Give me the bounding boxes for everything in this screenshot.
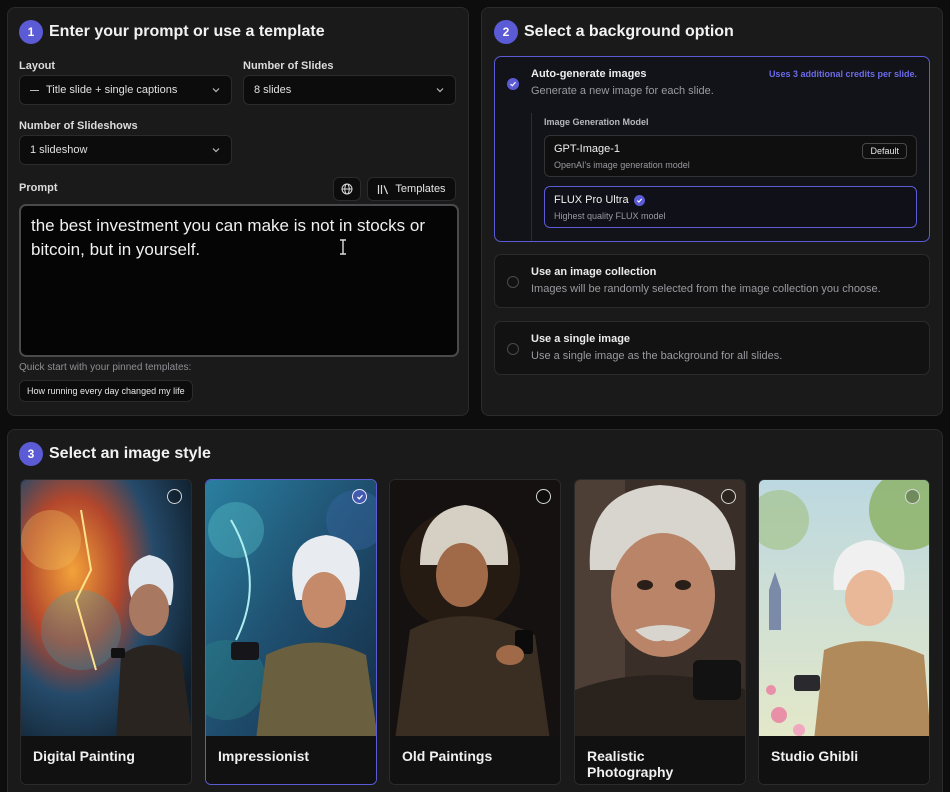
impressionist-image	[206, 480, 376, 740]
default-badge: Default	[862, 143, 907, 159]
model-flux-pro-ultra[interactable]: FLUX Pro Ultra Highest quality FLUX mode…	[544, 186, 917, 228]
option-image-collection[interactable]: Use an image collection Images will be r…	[494, 254, 930, 308]
step-number-badge: 3	[19, 442, 43, 466]
dash-icon	[30, 89, 39, 91]
option-single-image[interactable]: Use a single image Use a single image as…	[494, 321, 930, 375]
style-card-old-paintings[interactable]: Old Paintings	[389, 479, 561, 785]
pinned-template-chip[interactable]: How running every day changed my life	[19, 380, 193, 402]
style-label: Impressionist	[206, 736, 376, 784]
studio-ghibli-image	[759, 480, 929, 740]
quick-start-hint: Quick start with your pinned templates:	[19, 362, 192, 373]
style-card-impressionist[interactable]: Impressionist	[205, 479, 377, 785]
model-description: Highest quality FLUX model	[554, 211, 666, 221]
section-title: Select a background option	[524, 23, 734, 40]
step-2-header: 2 Select a background option	[494, 20, 734, 44]
option-title: Use a single image	[531, 333, 631, 345]
option-title: Use an image collection	[531, 266, 657, 278]
chevron-down-icon	[436, 88, 444, 93]
realistic-photography-image	[575, 480, 745, 740]
style-radio-unselected[interactable]	[721, 489, 736, 504]
slideshows-select[interactable]: 1 slideshow	[19, 135, 232, 165]
prompt-panel: 1 Enter your prompt or use a template La…	[7, 7, 469, 416]
language-button[interactable]	[333, 177, 361, 201]
layout-label: Layout	[19, 60, 56, 72]
radio-unselected[interactable]	[507, 276, 519, 288]
style-label: Old Paintings	[390, 736, 560, 784]
slides-label: Number of Slides	[243, 60, 334, 72]
section-title: Select an image style	[49, 445, 211, 462]
prompt-textarea[interactable]: the best investment you can make is not …	[19, 204, 459, 357]
section-title: Enter your prompt or use a template	[49, 23, 325, 40]
image-style-panel: 3 Select an image style Digital Painting	[7, 429, 943, 792]
style-radio-selected[interactable]	[352, 489, 367, 504]
digital-painting-image	[21, 480, 191, 740]
templates-button[interactable]: Templates	[367, 177, 456, 201]
style-card-realistic-photography[interactable]: Realistic Photography	[574, 479, 746, 785]
step-3-header: 3 Select an image style	[19, 442, 211, 466]
model-name: FLUX Pro Ultra	[554, 194, 645, 206]
library-icon	[378, 184, 389, 194]
slides-value: 8 slides	[254, 84, 292, 96]
radio-selected[interactable]	[507, 78, 519, 90]
model-name: GPT-Image-1	[554, 143, 621, 155]
model-gpt-image-1[interactable]: GPT-Image-1 OpenAI's image generation mo…	[544, 135, 917, 177]
style-label: Studio Ghibli	[759, 736, 929, 784]
model-selector: Image Generation Model GPT-Image-1 OpenA…	[531, 113, 921, 241]
radio-unselected[interactable]	[507, 343, 519, 355]
option-title: Auto-generate images	[531, 68, 647, 80]
check-icon	[510, 81, 516, 87]
credits-note: Uses 3 additional credits per slide.	[768, 69, 917, 79]
prompt-text: the best investment you can make is not …	[31, 216, 426, 259]
slides-select[interactable]: 8 slides	[243, 75, 456, 105]
style-card-digital-painting[interactable]: Digital Painting	[20, 479, 192, 785]
style-label: Realistic Photography	[575, 736, 745, 784]
layout-value: Title slide + single captions	[46, 84, 178, 96]
option-description: Generate a new image for each slide.	[531, 85, 714, 97]
templates-label: Templates	[395, 183, 446, 195]
text-cursor-icon	[340, 239, 346, 255]
style-card-studio-ghibli[interactable]: Studio Ghibli	[758, 479, 930, 785]
model-description: OpenAI's image generation model	[554, 160, 690, 170]
chevron-down-icon	[212, 88, 220, 93]
globe-icon	[341, 183, 353, 195]
step-1-header: 1 Enter your prompt or use a template	[19, 20, 325, 44]
option-description: Images will be randomly selected from th…	[531, 283, 881, 295]
style-radio-unselected[interactable]	[905, 489, 920, 504]
background-panel: 2 Select a background option Auto-genera…	[481, 7, 943, 416]
step-number-badge: 1	[19, 20, 43, 44]
chevron-down-icon	[212, 148, 220, 153]
old-paintings-image	[390, 480, 560, 740]
option-auto-generate[interactable]: Auto-generate images Generate a new imag…	[494, 56, 930, 242]
style-label: Digital Painting	[21, 736, 191, 784]
prompt-label: Prompt	[19, 182, 58, 194]
check-icon	[356, 494, 363, 500]
verified-check-icon	[633, 194, 645, 206]
style-radio-unselected[interactable]	[167, 489, 182, 504]
style-radio-unselected[interactable]	[536, 489, 551, 504]
slideshows-label: Number of Slideshows	[19, 120, 138, 132]
step-number-badge: 2	[494, 20, 518, 44]
layout-select[interactable]: Title slide + single captions	[19, 75, 232, 105]
slideshows-value: 1 slideshow	[30, 144, 88, 156]
option-description: Use a single image as the background for…	[531, 350, 783, 362]
model-label: Image Generation Model	[544, 117, 649, 127]
